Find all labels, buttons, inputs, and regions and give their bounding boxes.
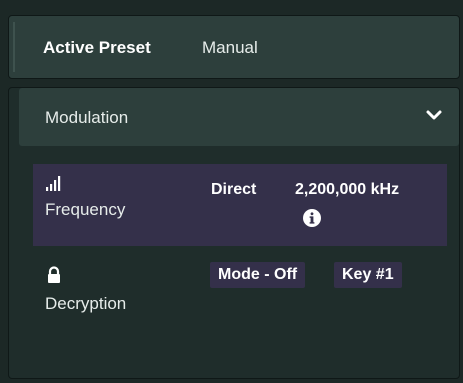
- decryption-row: Decryption Mode - Off Key #1: [33, 254, 447, 324]
- decryption-key-pill[interactable]: Key #1: [334, 262, 402, 288]
- preset-accent-bar: [13, 22, 15, 72]
- info-icon[interactable]: [302, 208, 322, 228]
- lock-icon: [48, 266, 60, 283]
- active-preset-bar[interactable]: Active Preset Manual: [8, 15, 460, 79]
- modulation-header[interactable]: Modulation: [19, 88, 459, 146]
- window: Active Preset Manual Modulation Frequenc…: [0, 0, 463, 383]
- modulation-title: Modulation: [45, 108, 129, 127]
- frequency-mode: Direct: [211, 181, 257, 198]
- active-preset-value: Manual: [202, 38, 258, 57]
- frequency-value: 2,200,000 kHz: [295, 181, 400, 198]
- active-preset-label: Active Preset: [43, 38, 151, 57]
- decryption-label: Decryption: [45, 294, 127, 313]
- frequency-row[interactable]: Frequency Direct 2,200,000 kHz: [33, 164, 447, 246]
- signal-bars-icon: [46, 176, 61, 191]
- decryption-mode-pill[interactable]: Mode - Off: [210, 262, 306, 288]
- chevron-down-icon[interactable]: [425, 106, 443, 124]
- modulation-panel: Modulation Frequency Direct 2,200,000 kH…: [8, 87, 460, 379]
- frequency-label: Frequency: [45, 200, 126, 219]
